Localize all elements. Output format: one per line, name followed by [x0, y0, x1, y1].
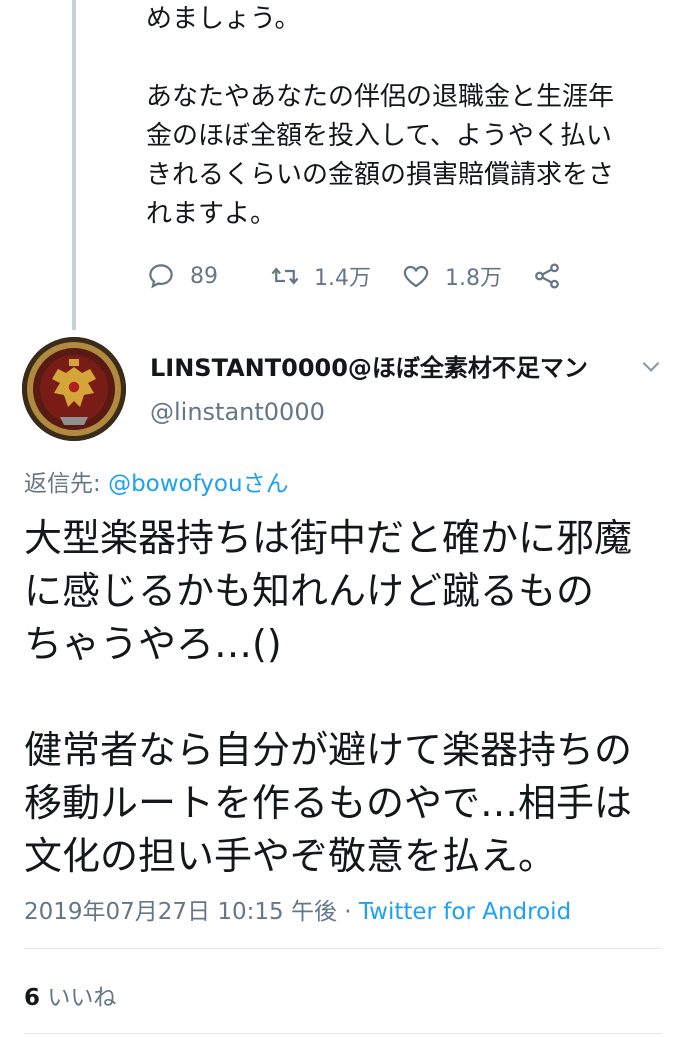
thread-connector-line	[72, 0, 76, 330]
retweet-icon	[271, 267, 299, 285]
share-button[interactable]	[532, 261, 562, 291]
share-icon	[535, 263, 559, 289]
double-headed-eagle-emblem-icon	[22, 337, 126, 441]
avatar[interactable]	[22, 337, 126, 441]
divider	[24, 948, 662, 949]
heart-icon	[403, 265, 429, 288]
like-count: 1.8万	[445, 266, 502, 291]
tweet-text: 大型楽器持ちは街中だと確かに邪魔 に感じるかも知れんけど蹴るもの ちゃうやろ…(…	[24, 512, 674, 883]
reply-count: 89	[190, 263, 218, 289]
likes-count: 6	[24, 985, 41, 1011]
previous-tweet-actions: 89 1.4万 1.8万	[146, 256, 562, 296]
source-link[interactable]: Twitter for Android	[359, 899, 571, 925]
likes-label: いいね	[40, 985, 117, 1011]
previous-tweet-text: めましょう。 あなたやあなたの伴侶の退職金と生涯年 金のほぼ全額を投入して、よう…	[146, 0, 656, 234]
reply-button[interactable]: 89	[146, 261, 218, 291]
timestamp: 2019年07月27日 10:15 午後 ·	[24, 899, 359, 925]
replying-to-label: 返信先:	[24, 471, 109, 497]
reply-icon	[149, 264, 173, 289]
tweet-paragraph-1: 大型楽器持ちは街中だと確かに邪魔 に感じるかも知れんけど蹴るもの ちゃうやろ…(…	[24, 516, 633, 666]
retweet-count: 1.4万	[314, 266, 371, 291]
replying-to: 返信先: @bowofyouさん	[24, 464, 289, 498]
retweet-button[interactable]: 1.4万	[270, 260, 371, 292]
divider	[24, 1033, 662, 1034]
replying-to-link[interactable]: @bowofyouさん	[108, 471, 289, 497]
likes-summary[interactable]: 6 いいね	[24, 978, 116, 1012]
like-button[interactable]: 1.8万	[401, 260, 502, 292]
tweet-paragraph-2: 健常者なら自分が避けて楽器持ちの 移動ルートを作るものやで…相手は 文化の担い手…	[24, 728, 633, 878]
chevron-down-icon[interactable]	[638, 353, 664, 379]
display-name[interactable]: LINSTANT0000@ほぼ全素材不足マン	[150, 348, 588, 383]
previous-tweet-paragraph-1: めましょう。	[146, 4, 301, 34]
user-handle[interactable]: @linstant0000	[150, 398, 325, 426]
previous-tweet-paragraph-2: あなたやあなたの伴侶の退職金と生涯年 金のほぼ全額を投入して、ようやく払い きれ…	[146, 82, 615, 229]
tweet-meta: 2019年07月27日 10:15 午後 · Twitter for Andro…	[24, 892, 571, 926]
